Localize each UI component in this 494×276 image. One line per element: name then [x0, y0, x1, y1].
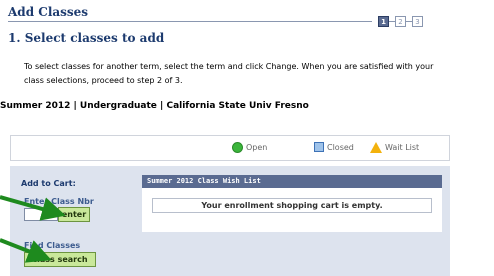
status-legend: Open Closed Wait List [10, 135, 450, 161]
wish-list-body: Your enrollment shopping cart is empty. [142, 188, 442, 232]
wish-list-header: Summer 2012 Class Wish List [142, 175, 442, 188]
add-to-cart-panel: Add to Cart: Enter Class Nbr enter Find … [10, 166, 450, 276]
legend-wait-list: Wait List [370, 142, 419, 153]
class-nbr-input[interactable] [24, 208, 58, 221]
open-status-icon [232, 142, 243, 153]
wait-list-status-icon [370, 142, 382, 153]
instructions-text: To select classes for another term, sele… [24, 62, 434, 85]
enter-class-nbr-label: Enter Class Nbr [24, 197, 94, 206]
legend-closed-label: Closed [327, 142, 354, 152]
title-divider [8, 21, 372, 22]
class-search-button[interactable]: class search [24, 252, 96, 267]
step-3: 3 [412, 16, 423, 27]
legend-wait-label: Wait List [385, 143, 420, 152]
add-to-cart-label: Add to Cart: [21, 179, 76, 188]
term-info: Summer 2012 | Undergraduate | California… [0, 101, 309, 111]
page-title: Add Classes [8, 5, 89, 19]
find-classes-label: Find Classes [24, 241, 81, 250]
legend-open-label: Open [246, 143, 268, 152]
empty-cart-message: Your enrollment shopping cart is empty. [152, 198, 432, 213]
legend-open: Open [232, 142, 267, 153]
step-indicator: 1 2 3 [378, 16, 423, 27]
legend-closed: Closed [314, 142, 354, 152]
enter-button[interactable]: enter [58, 207, 90, 222]
step-1: 1 [378, 16, 389, 27]
closed-status-icon [314, 142, 324, 152]
section-title: 1. Select classes to add [8, 31, 165, 45]
step-2: 2 [395, 16, 406, 27]
